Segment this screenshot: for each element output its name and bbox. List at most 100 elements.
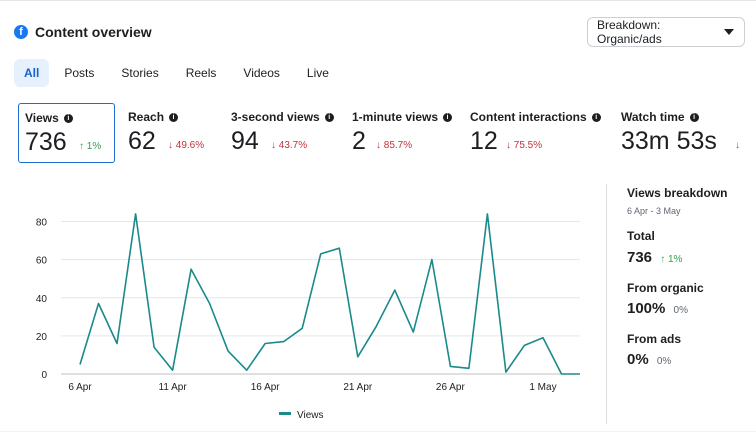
card-header: f Content overview — [14, 19, 152, 45]
data-point — [320, 253, 322, 255]
breakdown-dropdown-label: Breakdown: Organic/ads — [597, 18, 662, 46]
metric-label: Watch time — [621, 110, 685, 124]
legend-label: Views — [297, 410, 324, 421]
data-point — [486, 213, 488, 215]
x-tick-label: 1 May — [529, 382, 556, 393]
data-point — [560, 373, 562, 375]
metric-value: 62 — [128, 127, 156, 155]
metric-value: 12 — [470, 127, 498, 155]
metric-label: Reach — [128, 110, 165, 124]
tab-videos[interactable]: Videos — [216, 59, 279, 87]
metric-delta: ↓ 43.7% — [271, 140, 308, 151]
data-point — [264, 343, 266, 345]
data-point — [412, 331, 414, 333]
data-point — [79, 363, 81, 365]
data-point — [542, 337, 544, 339]
data-point — [468, 367, 470, 369]
metric-label: 3-second views — [231, 110, 320, 124]
ads-delta: 0% — [656, 356, 672, 367]
total-value: 736 — [627, 249, 653, 266]
panel-divider — [606, 184, 607, 424]
data-point — [394, 289, 396, 291]
metric-delta: ↑ 1% — [79, 141, 102, 152]
info-icon[interactable]: i — [63, 113, 73, 123]
data-point — [172, 369, 174, 371]
data-point — [375, 325, 377, 327]
info-icon[interactable]: i — [324, 112, 334, 122]
metric-watch-time[interactable]: Watch time i 33m 53s ↓ — [621, 103, 756, 163]
organic-label: From organic — [627, 281, 704, 295]
breakdown-date-range: 6 Apr - 3 May — [627, 206, 681, 216]
x-tick-label: 16 Apr — [251, 382, 281, 393]
metric-delta: ↓ 49.6% — [168, 140, 205, 151]
y-tick-label: 0 — [41, 370, 47, 381]
info-icon[interactable]: i — [169, 112, 179, 122]
data-point — [505, 371, 507, 373]
caret-down-icon — [724, 29, 734, 35]
facebook-icon: f — [14, 25, 28, 39]
x-tick-label: 26 Apr — [436, 382, 466, 393]
x-tick-label: 11 Apr — [159, 382, 188, 393]
breakdown-dropdown[interactable]: Breakdown: Organic/ads — [587, 17, 745, 47]
metric-delta: ↓ 85.7% — [376, 140, 413, 151]
info-icon[interactable]: i — [443, 112, 453, 122]
views-series-line — [79, 213, 580, 375]
data-point — [190, 268, 192, 270]
metric-3-second-views[interactable]: 3-second views i 94 ↓ 43.7% — [231, 103, 341, 163]
data-point — [153, 346, 155, 348]
data-point — [98, 302, 100, 304]
metric-1-minute-views[interactable]: 1-minute views i 2 ↓ 85.7% — [352, 103, 460, 163]
tab-posts[interactable]: Posts — [49, 59, 94, 87]
info-icon[interactable]: i — [689, 112, 699, 122]
data-point — [338, 247, 340, 249]
metric-label: Views — [25, 111, 59, 125]
total-value-row: 736 ↑ 1% — [627, 249, 682, 266]
legend-swatch — [279, 412, 291, 415]
metric-label: 1-minute views — [352, 110, 439, 124]
organic-value-row: 100% 0% — [627, 300, 688, 317]
ads-value-row: 0% 0% — [627, 351, 671, 368]
data-point — [246, 369, 248, 371]
metric-views[interactable]: Views i 736 ↑ 1% — [18, 103, 115, 163]
info-icon[interactable]: i — [591, 112, 601, 122]
data-point — [209, 302, 211, 304]
content-type-tabs: All Posts Stories Reels Videos Live — [14, 59, 329, 87]
data-point — [523, 344, 525, 346]
x-tick-label: 21 Apr — [343, 382, 373, 393]
views-line-chart: 0 20 40 60 80 6 Apr 11 Apr 16 Apr 21 Apr 26 Apr 1 … — [36, 213, 581, 421]
total-delta: ↑ 1% — [660, 254, 683, 265]
organic-delta: 0% — [673, 305, 688, 316]
y-tick-label: 20 — [36, 332, 48, 343]
metric-value: 2 — [352, 127, 366, 155]
tab-stories[interactable]: Stories — [94, 59, 158, 87]
metric-content-interactions[interactable]: Content interactions i 12 ↓ 75.5% — [470, 103, 610, 163]
content-overview-card: f Content overview Breakdown: Organic/ad… — [0, 0, 756, 431]
metric-label: Content interactions — [470, 110, 587, 124]
data-point — [135, 213, 137, 215]
metric-value: 736 — [25, 128, 67, 156]
ads-value: 0% — [627, 351, 649, 368]
y-tick-label: 40 — [36, 294, 48, 305]
metric-value: 94 — [231, 127, 259, 155]
tab-all[interactable]: All — [14, 59, 50, 87]
ads-label: From ads — [627, 332, 682, 346]
tab-reels[interactable]: Reels — [159, 59, 217, 87]
breakdown-title: Views breakdown — [627, 186, 728, 200]
tab-live[interactable]: Live — [280, 59, 329, 87]
organic-value: 100% — [627, 300, 666, 317]
data-point — [227, 350, 229, 352]
x-tick-label: 6 Apr — [68, 382, 92, 393]
data-point — [357, 356, 359, 358]
data-point — [579, 373, 581, 375]
data-point — [116, 343, 118, 345]
y-tick-label: 60 — [36, 256, 48, 267]
metric-delta: ↓ — [735, 140, 740, 151]
metric-value: 33m 53s — [621, 127, 717, 155]
data-point — [283, 341, 285, 343]
data-point — [301, 327, 303, 329]
data-point — [449, 365, 451, 367]
metric-delta: ↓ 75.5% — [506, 140, 543, 151]
total-label: Total — [627, 229, 655, 243]
y-tick-label: 80 — [36, 218, 48, 229]
metric-reach[interactable]: Reach i 62 ↓ 49.6% — [128, 103, 223, 163]
